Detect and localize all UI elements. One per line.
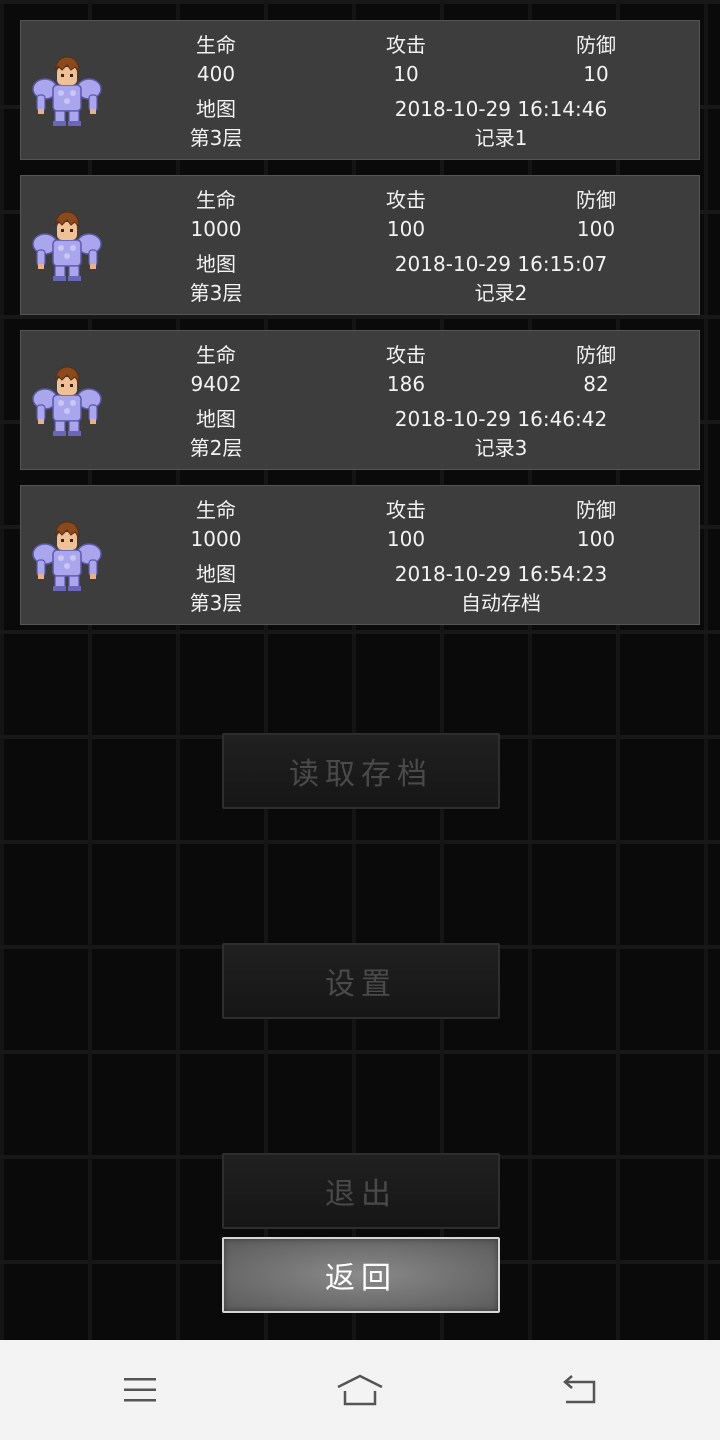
def-label: 防御 — [576, 498, 616, 522]
exit-button[interactable]: 退出 — [222, 1153, 500, 1229]
atk-value: 100 — [386, 217, 426, 241]
save-datetime: 2018-10-29 16:15:07 — [394, 252, 608, 276]
hero-portrait-icon — [32, 211, 102, 282]
floor-value: 第3层 — [189, 591, 243, 615]
save-name: 记录3 — [474, 436, 528, 460]
map-label: 地图 — [196, 407, 236, 431]
settings-button[interactable]: 设置 — [222, 943, 500, 1019]
save-slot-2[interactable]: 生命 攻击 防御 1000 100 100 地图 2018-10-29 16:1… — [20, 175, 700, 315]
menu-icon — [124, 1378, 156, 1402]
nav-menu-button[interactable] — [100, 1365, 180, 1415]
save-name: 记录2 — [474, 281, 528, 305]
save-name: 自动存档 — [461, 591, 541, 615]
hero-portrait-icon — [32, 56, 102, 127]
map-label: 地图 — [196, 252, 236, 276]
hp-label: 生命 — [196, 343, 236, 367]
map-label: 地图 — [196, 97, 236, 121]
hp-value: 1000 — [190, 527, 242, 551]
atk-label: 攻击 — [386, 343, 426, 367]
hero-portrait-icon — [32, 366, 102, 437]
save-datetime: 2018-10-29 16:14:46 — [394, 97, 608, 121]
floor-value: 第3层 — [189, 281, 243, 305]
atk-label: 攻击 — [386, 188, 426, 212]
def-value: 10 — [583, 62, 609, 86]
load-save-button[interactable]: 读取存档 — [222, 733, 500, 809]
floor-value: 第3层 — [189, 126, 243, 150]
atk-value: 100 — [386, 527, 426, 551]
nav-back-button[interactable] — [540, 1365, 620, 1415]
hp-label: 生命 — [196, 33, 236, 57]
atk-label: 攻击 — [386, 33, 426, 57]
hp-value: 400 — [196, 62, 236, 86]
back-button[interactable]: 返回 — [222, 1237, 500, 1313]
save-slot-3[interactable]: 生命 攻击 防御 9402 186 82 地图 2018-10-29 16:46… — [20, 330, 700, 470]
home-icon — [337, 1374, 383, 1406]
hero-portrait-icon — [32, 521, 102, 592]
def-label: 防御 — [576, 343, 616, 367]
def-value: 100 — [576, 217, 616, 241]
def-value: 82 — [583, 372, 609, 396]
save-slot-1[interactable]: 生命 攻击 防御 400 10 10 地图 2018-10-29 16:14:4… — [20, 20, 700, 160]
atk-label: 攻击 — [386, 498, 426, 522]
hp-label: 生命 — [196, 188, 236, 212]
system-nav-bar — [0, 1340, 720, 1440]
def-label: 防御 — [576, 188, 616, 212]
back-icon — [563, 1375, 596, 1404]
hp-value: 1000 — [190, 217, 242, 241]
def-label: 防御 — [576, 33, 616, 57]
game-screen: 生命 攻击 防御 400 10 10 地图 2018-10-29 16:14:4… — [0, 0, 720, 1340]
map-label: 地图 — [196, 562, 236, 586]
nav-home-button[interactable] — [320, 1365, 400, 1415]
hp-label: 生命 — [196, 498, 236, 522]
hp-value: 9402 — [190, 372, 242, 396]
save-slot-4[interactable]: 生命 攻击 防御 1000 100 100 地图 2018-10-29 16:5… — [20, 485, 700, 625]
atk-value: 186 — [386, 372, 426, 396]
save-datetime: 2018-10-29 16:54:23 — [394, 562, 608, 586]
def-value: 100 — [576, 527, 616, 551]
atk-value: 10 — [393, 62, 419, 86]
save-name: 记录1 — [474, 126, 528, 150]
floor-value: 第2层 — [189, 436, 243, 460]
save-datetime: 2018-10-29 16:46:42 — [394, 407, 608, 431]
